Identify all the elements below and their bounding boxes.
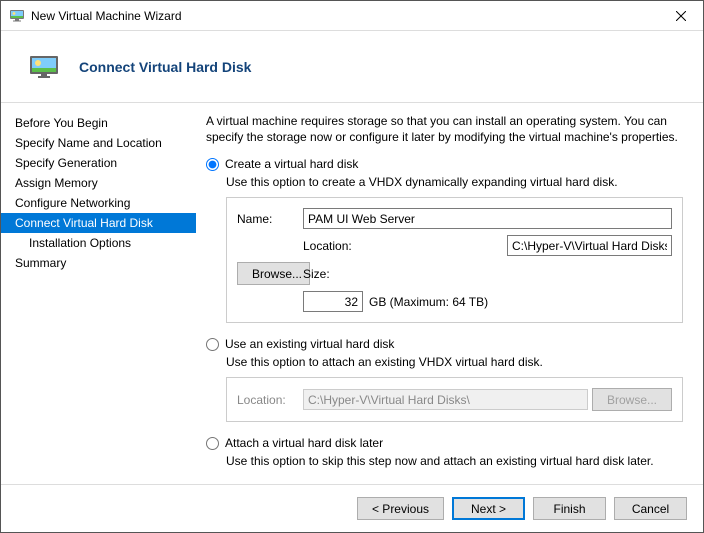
sidebar-item-specify-name[interactable]: Specify Name and Location xyxy=(1,133,196,153)
size-units: GB (Maximum: 64 TB) xyxy=(369,295,488,309)
page-title: Connect Virtual Hard Disk xyxy=(79,59,251,75)
radio-create-label: Create a virtual hard disk xyxy=(225,157,358,171)
name-label: Name: xyxy=(237,212,299,226)
sidebar-item-connect-vhd[interactable]: Connect Virtual Hard Disk xyxy=(1,213,196,233)
radio-existing-vhd[interactable] xyxy=(206,338,219,351)
sidebar-item-assign-memory[interactable]: Assign Memory xyxy=(1,173,196,193)
location-label: Location: xyxy=(303,239,503,253)
sidebar-item-installation-options[interactable]: Installation Options xyxy=(1,233,196,253)
wizard-footer: < Previous Next > Finish Cancel xyxy=(1,484,703,532)
close-button[interactable] xyxy=(658,1,703,31)
intro-text: A virtual machine requires storage so th… xyxy=(206,113,683,145)
option-existing-vhd: Use an existing virtual hard disk Use th… xyxy=(206,337,683,422)
window-title: New Virtual Machine Wizard xyxy=(31,9,658,23)
size-field[interactable] xyxy=(303,291,363,312)
create-desc: Use this option to create a VHDX dynamic… xyxy=(226,175,683,189)
title-bar: New Virtual Machine Wizard xyxy=(1,1,703,31)
page-header: Connect Virtual Hard Disk xyxy=(1,31,703,103)
size-label: Size: xyxy=(303,267,503,281)
existing-location-field xyxy=(303,389,588,410)
previous-button[interactable]: < Previous xyxy=(357,497,444,520)
app-icon xyxy=(9,8,25,24)
option-create-vhd: Create a virtual hard disk Use this opti… xyxy=(206,157,683,323)
wizard-steps-sidebar: Before You Begin Specify Name and Locati… xyxy=(1,103,196,484)
radio-existing-label: Use an existing virtual hard disk xyxy=(225,337,394,351)
existing-browse-button: Browse... xyxy=(592,388,672,411)
radio-create-vhd[interactable] xyxy=(206,158,219,171)
existing-desc: Use this option to attach an existing VH… xyxy=(226,355,683,369)
existing-location-label: Location: xyxy=(237,393,299,407)
sidebar-item-configure-networking[interactable]: Configure Networking xyxy=(1,193,196,213)
name-field[interactable] xyxy=(303,208,672,229)
radio-attach-later[interactable] xyxy=(206,437,219,450)
sidebar-item-summary[interactable]: Summary xyxy=(1,253,196,273)
next-button[interactable]: Next > xyxy=(452,497,525,520)
create-form: Name: Location: Browse... Size: GB (Maxi… xyxy=(226,197,683,323)
wizard-content: A virtual machine requires storage so th… xyxy=(196,103,703,484)
existing-form: Location: Browse... xyxy=(226,377,683,422)
radio-later-label: Attach a virtual hard disk later xyxy=(225,436,383,450)
sidebar-item-specify-generation[interactable]: Specify Generation xyxy=(1,153,196,173)
wizard-icon xyxy=(29,55,61,79)
later-desc: Use this option to skip this step now an… xyxy=(226,454,683,468)
option-attach-later: Attach a virtual hard disk later Use thi… xyxy=(206,436,683,468)
cancel-button[interactable]: Cancel xyxy=(614,497,687,520)
browse-button[interactable]: Browse... xyxy=(237,262,310,285)
finish-button[interactable]: Finish xyxy=(533,497,606,520)
location-field[interactable] xyxy=(507,235,672,256)
sidebar-item-before-you-begin[interactable]: Before You Begin xyxy=(1,113,196,133)
